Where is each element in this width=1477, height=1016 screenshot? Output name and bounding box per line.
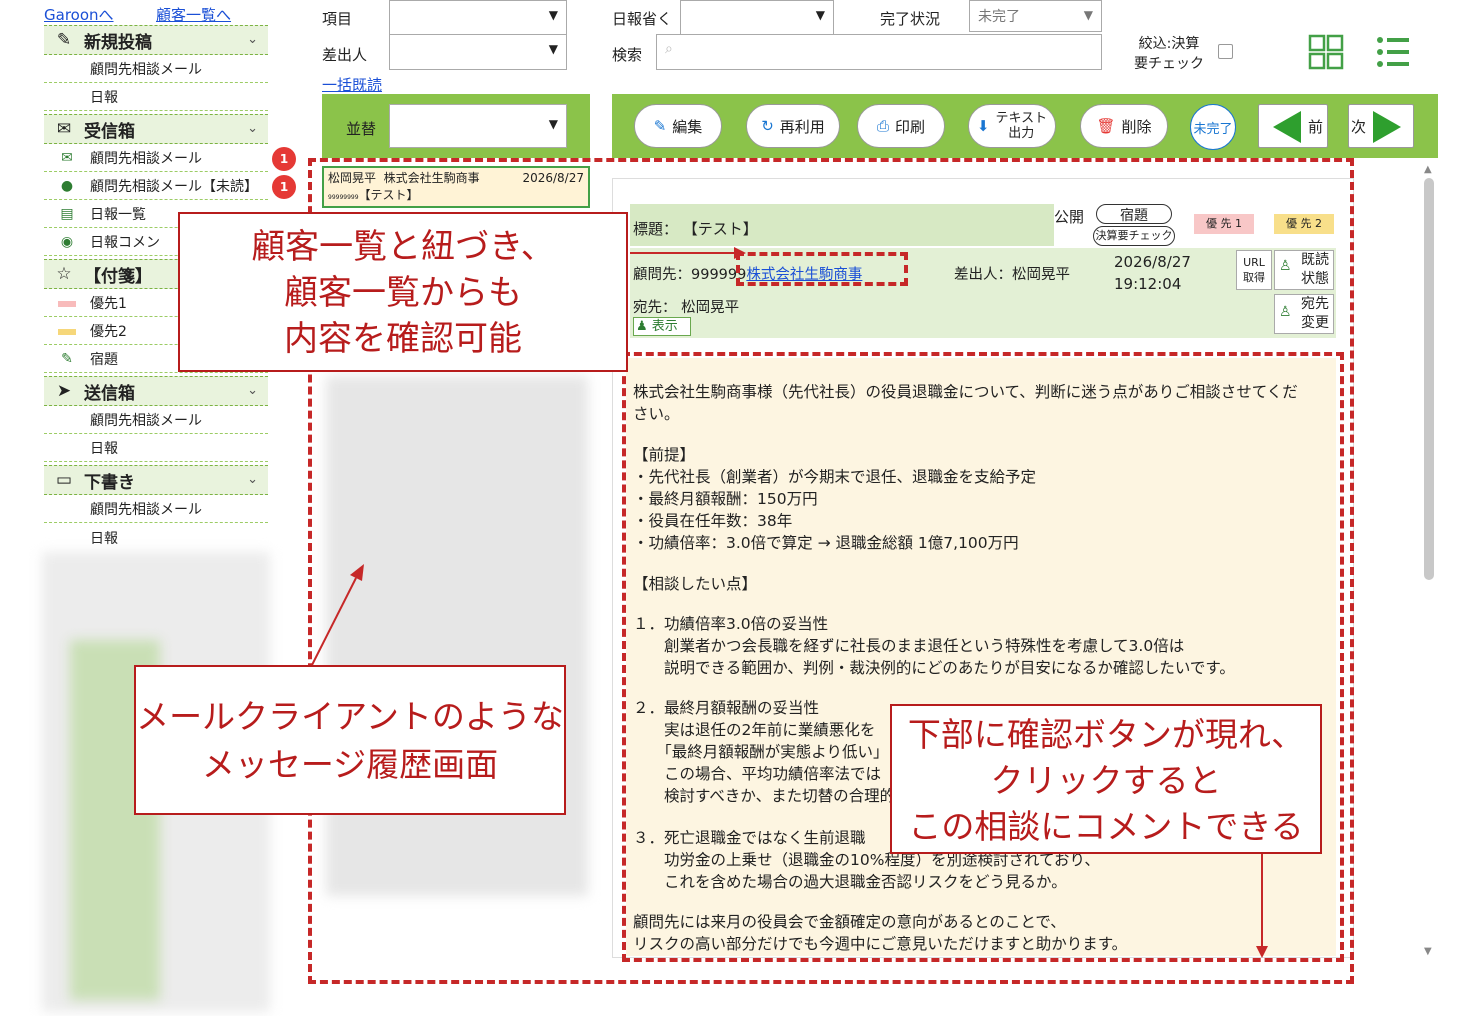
annotation-arrows (311, 247, 1268, 958)
callout-comment-button: 下部に確認ボタンが現れ、 クリックすると この相談にコメントできる (890, 704, 1322, 854)
callout-customer-link: 顧客一覧と紐づき、 顧客一覧からも 内容を確認可能 (178, 212, 628, 372)
callout-message-history: メールクライアントのような メッセージ履歴画面 (134, 665, 566, 815)
